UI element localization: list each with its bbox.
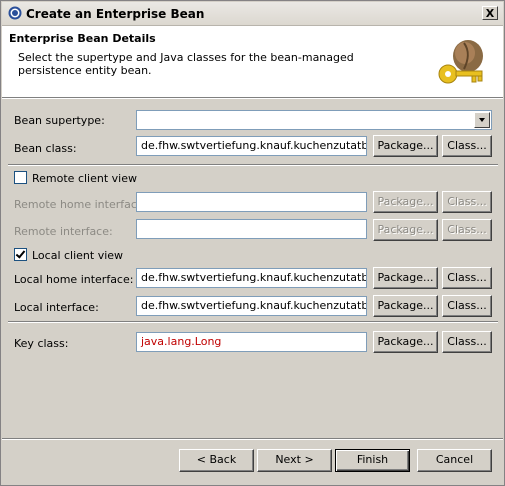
local-client-view-label: Local client view (32, 249, 124, 262)
chevron-down-icon[interactable] (474, 112, 490, 128)
bean-supertype-label: Bean supertype: (14, 114, 105, 127)
remote-client-view-checkbox[interactable] (14, 171, 27, 184)
back-button[interactable]: < Back (179, 449, 254, 472)
remote-interface-class-button[interactable]: Class... (442, 219, 492, 241)
bean-supertype-combo[interactable] (136, 110, 492, 130)
next-button[interactable]: Next > (257, 449, 332, 472)
bean-class-class-button[interactable]: Class... (442, 135, 492, 157)
close-icon: X (485, 7, 495, 20)
local-interface-class-button[interactable]: Class... (442, 295, 492, 317)
remote-interface-field[interactable] (136, 219, 367, 239)
remote-interface-label: Remote interface: (14, 225, 113, 238)
local-interface-field[interactable]: de.fhw.swtvertiefung.knauf.kuchenzutatbm… (136, 296, 367, 316)
dialog-window: Create an Enterprise Bean X Enterprise B… (0, 0, 505, 486)
local-interface-package-button[interactable]: Package... (373, 295, 438, 317)
remote-home-class-button[interactable]: Class... (442, 191, 492, 213)
remote-home-interface-label: Remote home interface: (14, 198, 148, 211)
remote-home-package-button[interactable]: Package... (373, 191, 438, 213)
remote-home-interface-field[interactable] (136, 192, 367, 212)
local-home-class-button[interactable]: Class... (442, 267, 492, 289)
wizard-banner: Enterprise Bean Details Select the super… (2, 26, 503, 98)
cancel-button[interactable]: Cancel (417, 449, 492, 472)
local-interface-label: Local interface: (14, 301, 99, 314)
key-class-class-button[interactable]: Class... (442, 331, 492, 353)
local-client-view-checkbox[interactable] (14, 248, 27, 261)
close-button[interactable]: X (482, 6, 498, 20)
key-class-label: Key class: (14, 337, 69, 350)
window-title: Create an Enterprise Bean (26, 7, 205, 21)
eclipse-app-icon (8, 6, 22, 20)
local-home-interface-label: Local home interface: (14, 273, 134, 286)
banner-description: Select the supertype and Java classes fo… (18, 51, 354, 77)
separator (8, 164, 498, 166)
bean-class-field[interactable]: de.fhw.swtvertiefung.knauf.kuchenzutatbm… (136, 136, 367, 156)
remote-interface-package-button[interactable]: Package... (373, 219, 438, 241)
key-class-package-button[interactable]: Package... (373, 331, 438, 353)
local-home-interface-field[interactable]: de.fhw.swtvertiefung.knauf.kuchenzutatbm… (136, 268, 367, 288)
bean-key-icon (438, 40, 483, 84)
bean-class-package-button[interactable]: Package... (373, 135, 438, 157)
local-home-package-button[interactable]: Package... (373, 267, 438, 289)
footer-separator (2, 438, 503, 440)
title-bar[interactable]: Create an Enterprise Bean X (2, 2, 503, 26)
remote-client-view-label: Remote client view (32, 172, 137, 185)
banner-separator (2, 98, 503, 99)
bean-class-label: Bean class: (14, 142, 77, 155)
finish-button[interactable]: Finish (335, 449, 410, 472)
banner-title: Enterprise Bean Details (9, 32, 156, 45)
key-class-field[interactable]: java.lang.Long (136, 332, 367, 352)
separator (8, 321, 498, 323)
